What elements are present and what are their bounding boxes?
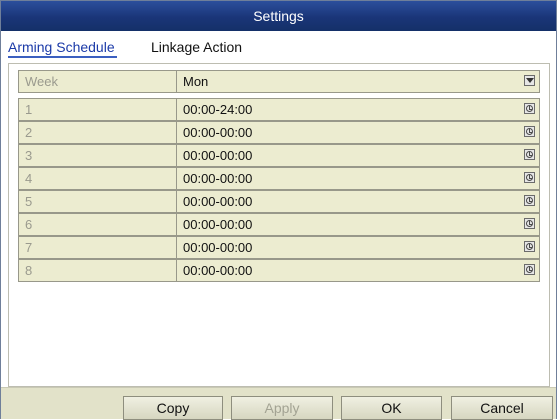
period-time-field[interactable]: 00:00-00:00	[177, 214, 539, 235]
clock-icon[interactable]	[524, 195, 535, 206]
clock-icon[interactable]	[524, 126, 535, 137]
period-time-field[interactable]: 00:00-00:00	[177, 191, 539, 212]
tab-arming-schedule[interactable]: Arming Schedule	[8, 39, 117, 58]
cancel-button[interactable]: Cancel	[451, 396, 553, 420]
schedule-row: 6 00:00-00:00	[18, 213, 540, 236]
clock-icon[interactable]	[524, 241, 535, 252]
button-bar: Copy Apply OK Cancel	[1, 387, 556, 420]
period-time-field[interactable]: 00:00-00:00	[177, 145, 539, 166]
period-index: 6	[19, 214, 177, 235]
period-time-field[interactable]: 00:00-00:00	[177, 260, 539, 281]
clock-icon[interactable]	[524, 149, 535, 160]
schedule-row: 2 00:00-00:00	[18, 121, 540, 144]
window-title: Settings	[1, 1, 556, 31]
copy-button[interactable]: Copy	[123, 396, 223, 420]
week-label: Week	[19, 71, 177, 92]
period-time-field[interactable]: 00:00-00:00	[177, 168, 539, 189]
ok-button[interactable]: OK	[341, 396, 442, 420]
schedule-row: 3 00:00-00:00	[18, 144, 540, 167]
period-index: 5	[19, 191, 177, 212]
schedule-row: 7 00:00-00:00	[18, 236, 540, 259]
apply-button[interactable]: Apply	[231, 396, 333, 420]
clock-icon[interactable]	[524, 172, 535, 183]
period-time-field[interactable]: 00:00-00:00	[177, 122, 539, 143]
settings-window: Settings Arming Schedule Linkage Action …	[0, 0, 557, 420]
chevron-down-icon[interactable]	[524, 75, 535, 86]
schedule-row: 1 00:00-24:00	[18, 98, 540, 121]
tab-bar: Arming Schedule Linkage Action	[1, 31, 556, 61]
period-index: 8	[19, 260, 177, 281]
period-time-field[interactable]: 00:00-00:00	[177, 237, 539, 258]
period-index: 4	[19, 168, 177, 189]
schedule-row: 5 00:00-00:00	[18, 190, 540, 213]
clock-icon[interactable]	[524, 264, 535, 275]
period-index: 2	[19, 122, 177, 143]
clock-icon[interactable]	[524, 103, 535, 114]
tab-linkage-action[interactable]: Linkage Action	[151, 39, 242, 55]
schedule-row: 8 00:00-00:00	[18, 259, 540, 282]
schedule-panel: Week Mon 1 00:00-24:00 2 00:00-00:00 3 0…	[8, 63, 550, 387]
period-time-field[interactable]: 00:00-24:00	[177, 99, 539, 120]
schedule-row: 4 00:00-00:00	[18, 167, 540, 190]
week-select[interactable]: Mon	[177, 71, 539, 92]
period-index: 1	[19, 99, 177, 120]
week-selector-row: Week Mon	[18, 70, 540, 93]
period-index: 7	[19, 237, 177, 258]
period-index: 3	[19, 145, 177, 166]
clock-icon[interactable]	[524, 218, 535, 229]
